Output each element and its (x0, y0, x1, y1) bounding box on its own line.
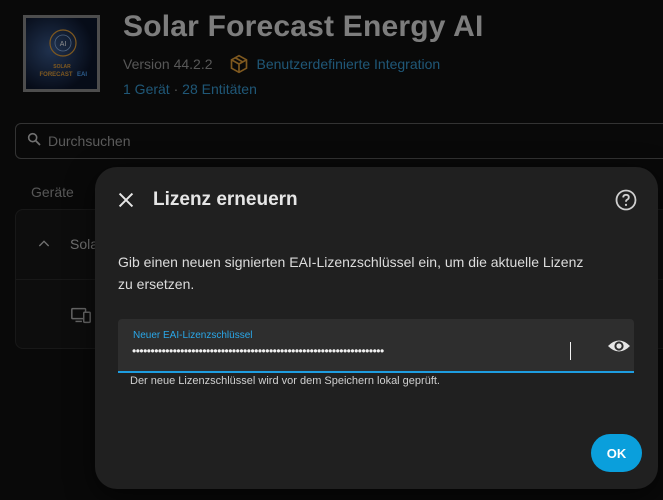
ok-button[interactable]: OK (591, 434, 642, 472)
text-caret (570, 342, 571, 360)
license-key-field[interactable]: Neuer EAI-Lizenzschlüssel ••••••••••••••… (118, 319, 634, 373)
dialog-description: Gib einen neuen signierten EAI-Lizenzsch… (118, 254, 584, 292)
close-icon[interactable] (115, 189, 137, 211)
license-dialog: Lizenz erneuern Gib einen neuen signiert… (95, 167, 658, 489)
dialog-title: Lizenz erneuern (153, 189, 298, 210)
eye-icon[interactable] (606, 335, 632, 357)
help-circle-icon[interactable] (614, 188, 638, 212)
license-key-label: Neuer EAI-Lizenzschlüssel (133, 330, 253, 341)
license-key-input[interactable]: ••••••••••••••••••••••••••••••••••••••••… (132, 344, 572, 358)
license-key-hint: Der neue Lizenzschlüssel wird vor dem Sp… (130, 375, 440, 387)
